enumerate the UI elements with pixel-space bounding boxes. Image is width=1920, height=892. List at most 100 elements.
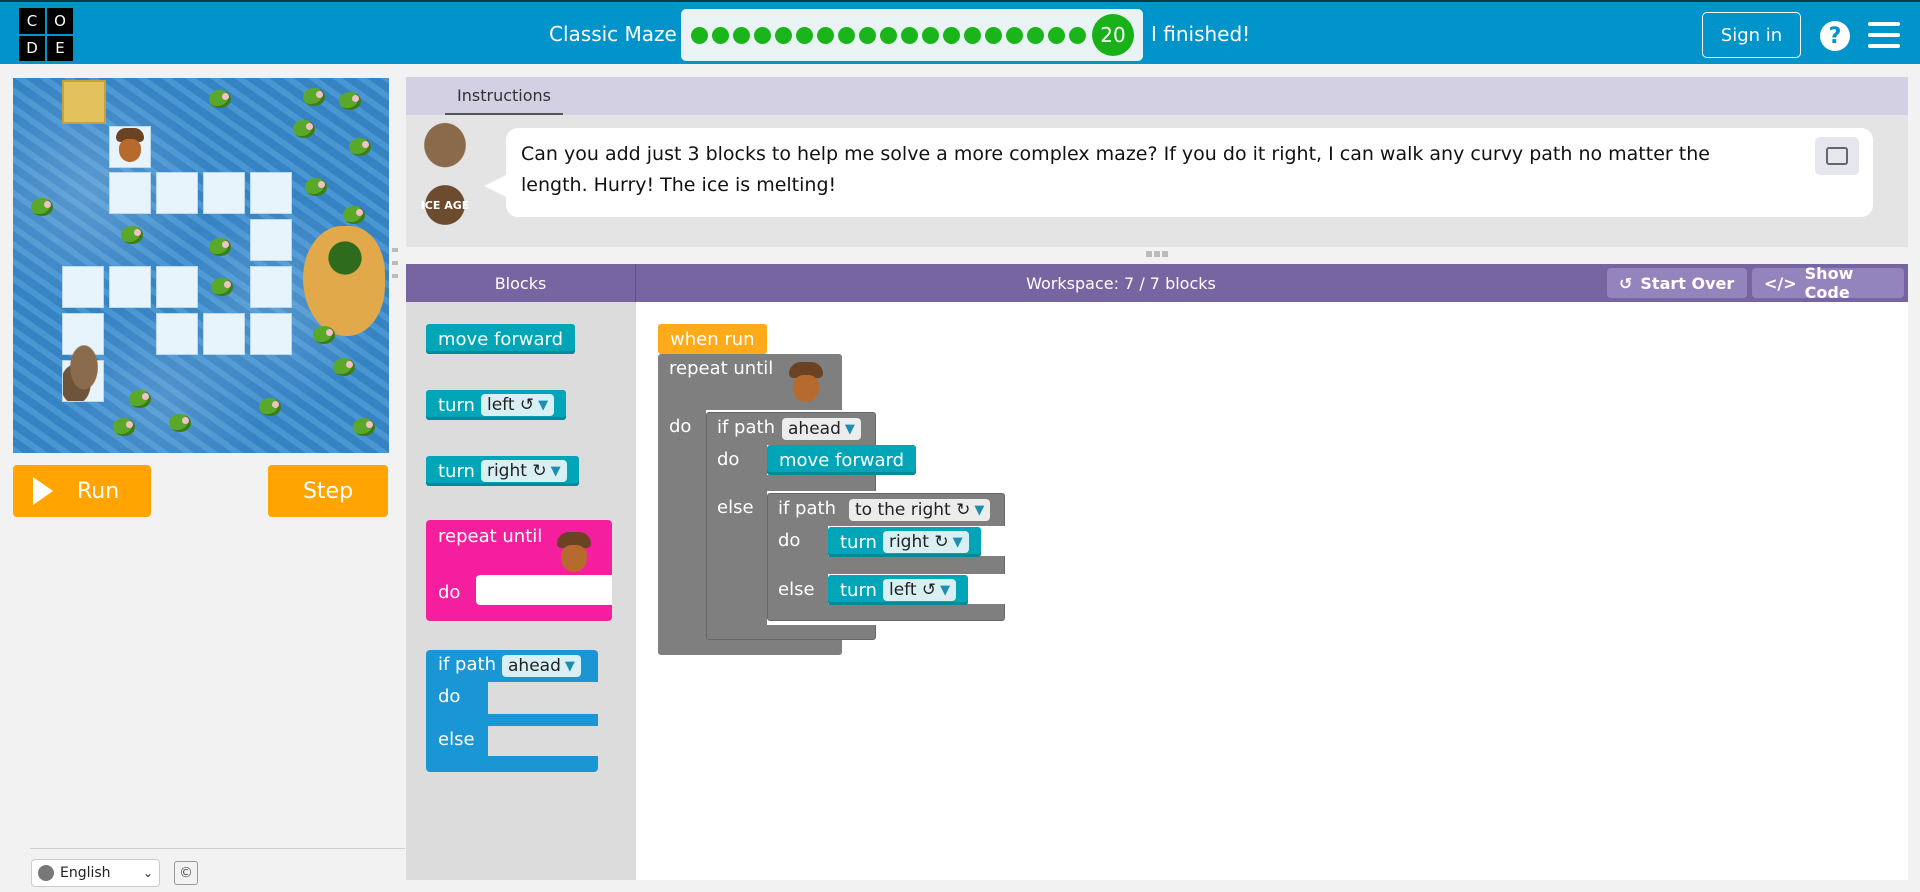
lily-pad-icon [353,418,375,436]
globe-icon [38,865,54,881]
lily-pad-icon [349,138,371,156]
dropdown-value: right ↻ [888,532,949,552]
lily-pad-icon [211,278,233,296]
lily-pad-icon [293,120,315,138]
turn-direction-dropdown[interactable]: right ↻ ▼ [882,531,969,553]
resize-handle[interactable] [392,248,398,278]
block-label: else [717,497,754,518]
panel-drag-handle[interactable] [1146,251,1168,257]
block-label: do [778,530,801,551]
block-label: else [438,729,475,750]
instructions-header [406,77,1908,115]
level-dot[interactable] [1048,26,1065,44]
path-direction-dropdown[interactable]: to the right ↻ ▼ [849,499,991,521]
dropdown-value: ahead [508,656,561,676]
ice-tile-icon [156,266,198,308]
reset-icon: ↺ [1619,273,1633,293]
level-dot[interactable] [691,26,708,44]
path-direction-dropdown[interactable]: ahead ▼ [782,418,861,440]
move-forward-block[interactable]: move forward [767,445,917,475]
toolbox-move-forward-block[interactable]: move forward [426,324,576,354]
logo-letter: C [19,8,45,34]
level-dot[interactable] [1027,26,1044,44]
level-dot[interactable] [733,26,750,44]
level-dot[interactable] [838,26,855,44]
dropdown-value: to the right ↻ [855,500,971,520]
start-over-label: Start Over [1640,273,1735,293]
palm-tree-icon [325,238,365,288]
lily-pad-icon [313,326,335,344]
language-select[interactable]: English ⌄ [31,859,160,887]
play-icon [33,477,53,505]
block-label: do [717,449,740,470]
text-to-speech-icon[interactable] [1815,137,1859,175]
acorn-icon [115,128,145,162]
level-dot[interactable] [901,26,918,44]
block-label: turn [840,531,877,553]
top-bar: C O D E Classic Maze 20 I finished! Sign… [0,0,1920,64]
dropdown-value: left ↺ [888,580,937,600]
level-dot[interactable] [1069,26,1086,44]
lily-pad-icon [339,92,361,110]
block-label: do [438,582,461,603]
acorn-icon [556,532,592,572]
current-level-badge[interactable]: 20 [1092,14,1134,56]
dropdown-value: ahead [788,419,841,439]
finished-link[interactable]: I finished! [1151,22,1250,46]
turn-direction-dropdown[interactable]: left ↺ ▼ [882,579,957,601]
show-code-label: Show Code [1804,264,1854,302]
toolbox-turn-left-block[interactable]: turn left ↺ ▼ [426,390,567,420]
instructions-text: Can you add just 3 blocks to help me sol… [484,128,1873,217]
level-dot[interactable] [775,26,792,44]
hamburger-menu-icon[interactable] [1868,22,1900,48]
lily-pad-icon [305,178,327,196]
level-dot[interactable] [943,26,960,44]
level-dot[interactable] [922,26,939,44]
turn-direction-dropdown[interactable]: left ↺ ▼ [480,394,555,416]
step-button[interactable]: Step [268,465,388,517]
lily-pad-icon [303,88,325,106]
level-dot[interactable] [880,26,897,44]
lily-pad-icon [169,414,191,432]
level-dot[interactable] [754,26,771,44]
turn-right-block[interactable]: turn right ↻ ▼ [828,527,981,557]
lily-pad-icon [121,226,143,244]
language-value: English [60,865,111,881]
code-icon: </> [1764,273,1797,293]
help-icon[interactable]: ? [1820,21,1850,51]
start-over-button[interactable]: ↺ Start Over [1607,268,1747,298]
ice-tile-icon [250,172,292,214]
ice-tile-icon [62,266,104,308]
lily-pad-icon [113,418,135,436]
path-direction-dropdown[interactable]: ahead ▼ [502,655,581,677]
level-dot[interactable] [712,26,729,44]
lesson-title[interactable]: Classic Maze [549,22,677,46]
level-dot[interactable] [964,26,981,44]
level-dot[interactable] [796,26,813,44]
dropdown-arrow-icon: ▼ [940,582,951,598]
level-dot[interactable] [1006,26,1023,44]
toolbox-header: Blocks [406,264,636,302]
copyright-button[interactable]: © [174,861,198,885]
code-org-logo[interactable]: C O D E [19,8,73,61]
toolbox-turn-right-block[interactable]: turn right ↻ ▼ [426,456,579,486]
when-run-block[interactable]: when run [658,324,767,354]
chevron-down-icon: ⌄ [142,866,153,880]
turn-direction-dropdown[interactable]: right ↻ ▼ [480,460,567,482]
lily-pad-icon [129,390,151,408]
ice-tile-icon [109,172,151,214]
tab-instructions[interactable]: Instructions [445,86,563,115]
turn-left-block[interactable]: turn left ↺ ▼ [828,575,969,605]
show-code-button[interactable]: </> Show Code [1752,264,1904,302]
sign-in-button[interactable]: Sign in [1702,12,1801,58]
run-button[interactable]: Run [13,465,151,517]
block-label: turn [438,394,475,416]
level-dot[interactable] [859,26,876,44]
level-dot[interactable] [817,26,834,44]
block-label: if path [717,417,775,438]
squirrel-avatar-icon [415,119,475,177]
dropdown-arrow-icon: ▼ [974,502,985,518]
lily-pad-icon [343,206,365,224]
level-dot[interactable] [985,26,1002,44]
block-label: when run [670,328,755,350]
